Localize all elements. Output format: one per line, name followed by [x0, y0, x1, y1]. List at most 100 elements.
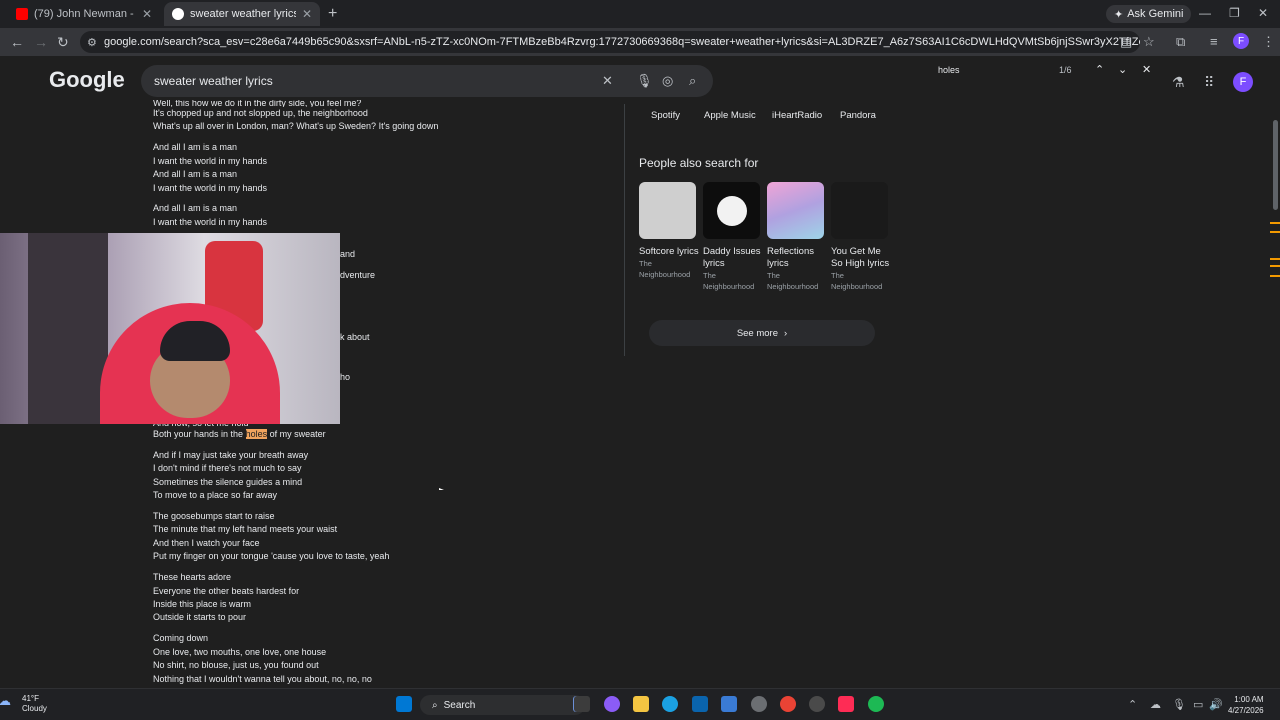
lyrics-stanza: Coming down One love, two mouths, one lo… — [153, 632, 613, 686]
gemini-icon: ✦ — [1114, 8, 1124, 21]
microphone-icon[interactable]: 🎙 — [1172, 698, 1186, 711]
service-pandora[interactable]: Pandora — [840, 110, 876, 121]
lyric-line: Both your hands in the holes of my sweat… — [153, 428, 613, 441]
clock-time: 1:00 AM — [1234, 695, 1264, 704]
url-text: google.com/search?sca_esv=c28e6a7449b65c… — [104, 36, 1140, 48]
menu-icon[interactable]: ⋮ — [1262, 34, 1275, 50]
lyric-line: It's chopped up and not slopped up, the … — [153, 108, 368, 118]
microphone-icon[interactable]: 🎙 — [636, 73, 653, 89]
task-view-icon[interactable] — [574, 696, 590, 712]
edge-icon[interactable] — [662, 696, 678, 712]
lyric-line: Put my finger on your tongue 'cause you … — [153, 551, 390, 562]
cloud-sync-icon[interactable]: ☁ — [1150, 698, 1161, 711]
pas-card[interactable]: Daddy Issues lyrics The Neighbourhood — [703, 182, 763, 292]
google-icon — [172, 8, 184, 20]
lyrics-stanza: These hearts adore Everyone the other be… — [153, 571, 613, 625]
find-previous-icon[interactable]: ⌃ — [1095, 63, 1104, 76]
lyrics-panel-lower: And now, so let me hold Both your hands … — [153, 420, 613, 693]
see-more-label: See more — [736, 327, 778, 339]
pas-thumbnail — [831, 182, 888, 239]
address-bar[interactable]: ⚙ google.com/search?sca_esv=c28e6a7449b6… — [80, 31, 1140, 53]
media-control-icon[interactable]: ≡ — [1210, 34, 1218, 49]
pas-title: Reflections lyrics — [767, 246, 814, 269]
file-explorer-icon[interactable] — [633, 696, 649, 712]
apps-grid-icon[interactable]: ⠿ — [1204, 74, 1214, 91]
lyric-line-fragment: ho — [340, 372, 351, 382]
close-icon[interactable]: ✕ — [142, 7, 152, 21]
search-icon[interactable]: ⌕ — [689, 73, 696, 89]
lens-icon[interactable]: ◎ — [662, 73, 673, 89]
streaming-services: Spotify Apple Music iHeartRadio Pandora — [639, 110, 899, 126]
settings-gear-icon[interactable] — [751, 696, 767, 712]
pas-title: You Get Me So High lyrics — [831, 246, 890, 269]
extensions-icon[interactable]: ⧉ — [1176, 34, 1185, 50]
page-scrollbar[interactable] — [1270, 60, 1280, 684]
service-spotify[interactable]: Spotify — [651, 110, 680, 121]
find-bar: holes 1/6 ⌃ ⌄ ✕ — [930, 60, 1160, 82]
tab-title: (79) John Newman - Love Me Ag — [34, 8, 136, 20]
find-marker — [1270, 275, 1280, 277]
weather-widget[interactable]: 41°F Cloudy — [22, 694, 47, 714]
page-icon[interactable]: ▤ — [1120, 34, 1132, 50]
pas-card[interactable]: Softcore lyrics The Neighbourhood — [639, 182, 699, 280]
clock-date: 4/27/2026 — [1228, 706, 1264, 715]
find-next-icon[interactable]: ⌄ — [1118, 63, 1127, 76]
tiktok-icon[interactable] — [838, 696, 854, 712]
display-icon[interactable]: ▭ — [1193, 698, 1203, 711]
tab-youtube[interactable]: (79) John Newman - Love Me Ag ✕ — [8, 2, 160, 26]
webcam-background — [28, 233, 108, 424]
lyric-line: And if I may just take your breath away — [153, 449, 309, 460]
pas-card[interactable]: Reflections lyrics The Neighbourhood — [767, 182, 827, 292]
scrollbar-thumb[interactable] — [1273, 120, 1278, 210]
see-more-button[interactable]: See more › — [649, 320, 875, 346]
taskbar-search[interactable]: ⌕ Search — [420, 695, 585, 715]
lyric-text: of my sweater — [267, 429, 326, 439]
profile-avatar[interactable]: F — [1233, 33, 1249, 49]
service-apple-music[interactable]: Apple Music — [704, 110, 756, 121]
windows-taskbar: ☁ 41°F Cloudy ⌕ Search ⌃ ☁ 🎙 ▭ 🔊 1:00 AM… — [0, 688, 1280, 720]
people-also-search-heading: People also search for — [639, 156, 759, 170]
reload-icon[interactable]: ↻ — [57, 34, 69, 51]
taskbar-clock[interactable]: 1:00 AM 4/27/2026 — [1228, 694, 1264, 716]
pas-title: Daddy Issues lyrics — [703, 246, 761, 269]
site-info-icon[interactable]: ⚙ — [87, 36, 97, 49]
close-window-icon[interactable]: ✕ — [1258, 6, 1268, 20]
lyric-line: I want the world in my hands — [153, 155, 268, 166]
restore-icon[interactable]: ❐ — [1229, 6, 1240, 20]
tab-google-search[interactable]: sweater weather lyrics - Google ✕ — [164, 2, 320, 26]
minimize-icon[interactable]: — — [1199, 6, 1211, 20]
tray-chevron-icon[interactable]: ⌃ — [1128, 698, 1137, 711]
copilot-icon[interactable] — [604, 696, 620, 712]
find-close-icon[interactable]: ✕ — [1142, 63, 1151, 76]
search-input[interactable]: sweater weather lyrics — [154, 74, 273, 88]
volume-icon[interactable]: 🔊 — [1209, 698, 1223, 711]
service-iheartradio[interactable]: iHeartRadio — [772, 110, 822, 121]
labs-flask-icon[interactable]: ⚗ — [1172, 74, 1185, 91]
forward-icon[interactable]: → — [34, 34, 48, 50]
spotify-icon[interactable] — [868, 696, 884, 712]
clear-icon[interactable]: ✕ — [602, 73, 613, 89]
lyric-line: I want the world in my hands — [153, 182, 268, 193]
obs-icon[interactable] — [809, 696, 825, 712]
account-avatar[interactable]: F — [1233, 72, 1253, 92]
search-icon: ⌕ — [432, 699, 438, 711]
lyric-line: To move to a place so far away — [153, 490, 278, 501]
google-logo[interactable]: Google — [49, 67, 125, 93]
bookmark-star-icon[interactable]: ☆ — [1143, 34, 1155, 50]
outlook-icon[interactable] — [721, 696, 737, 712]
find-input[interactable]: holes — [938, 65, 960, 75]
youtube-icon — [16, 8, 28, 20]
chrome-icon[interactable] — [780, 696, 796, 712]
ask-gemini-button[interactable]: ✦ Ask Gemini — [1106, 5, 1192, 23]
close-icon[interactable]: ✕ — [302, 7, 312, 21]
windows-start-icon[interactable] — [396, 696, 412, 712]
find-marker — [1270, 258, 1280, 260]
search-box[interactable]: sweater weather lyrics ✕ 🎙 ◎ ⌕ — [141, 65, 713, 97]
back-icon[interactable]: ← — [10, 34, 24, 50]
pas-title: Softcore lyrics — [639, 246, 699, 257]
store-icon[interactable] — [692, 696, 708, 712]
pas-subtitle: The Neighbourhood — [767, 271, 819, 291]
new-tab-icon[interactable]: + — [328, 5, 337, 23]
pas-card[interactable]: You Get Me So High lyrics The Neighbourh… — [831, 182, 891, 292]
find-marker — [1270, 231, 1280, 233]
